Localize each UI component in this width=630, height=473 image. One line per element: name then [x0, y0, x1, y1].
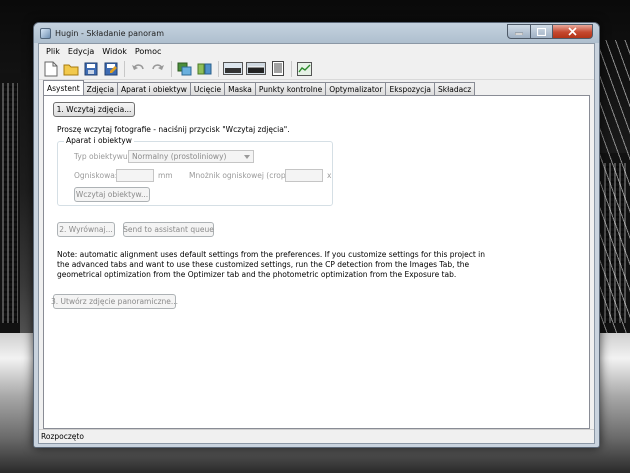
hugin-window: Hugin - Składanie panoram Plik Edycja Wi…	[33, 22, 600, 448]
add-images-icon	[177, 62, 192, 75]
toolbar-separator	[171, 60, 172, 77]
send-to-queue-button[interactable]: Send to assistant queue	[123, 222, 214, 237]
fast-preview-icon	[246, 62, 266, 75]
minimize-button[interactable]	[507, 24, 531, 39]
minimize-icon	[515, 32, 523, 35]
tab-asystent[interactable]: Asystent	[43, 80, 84, 95]
focal-length-unit: mm	[158, 171, 173, 180]
optimize-icon	[297, 61, 312, 76]
save-as-button[interactable]	[101, 59, 120, 78]
focal-length-input[interactable]	[116, 169, 154, 182]
save-as-icon	[104, 62, 117, 75]
menu-bar: Plik Edycja Widok Pomoc	[39, 44, 594, 58]
chevron-down-icon	[244, 155, 250, 159]
tab-optymalizator[interactable]: Optymalizator	[325, 82, 387, 95]
tab-maska[interactable]: Maska	[224, 82, 256, 95]
layout-button[interactable]	[268, 59, 287, 78]
close-button[interactable]	[553, 24, 593, 39]
note-line: the advanced tabs and want to use these …	[57, 260, 470, 269]
open-folder-icon	[63, 64, 78, 75]
note-line: geometrical optimization from the Optimi…	[57, 270, 457, 279]
tab-punkty-kontrolne[interactable]: Punkty kontrolne	[254, 82, 327, 95]
menu-edycja[interactable]: Edycja	[64, 47, 98, 56]
new-project-button[interactable]	[41, 59, 60, 78]
create-panorama-button[interactable]: 3. Utwórz zdjęcie panoramiczne...	[51, 294, 178, 309]
title-bar[interactable]: Hugin - Składanie panoram	[34, 23, 599, 43]
lens-type-label: Typ obiektywu:	[74, 152, 131, 161]
crop-factor-label: Mnożnik ogniskowej (crop):	[189, 171, 292, 180]
note-line: Note: automatic alignment uses default s…	[57, 250, 486, 259]
redo-button[interactable]	[148, 59, 167, 78]
load-images-prompt: Proszę wczytaj fotografie - naciśnij prz…	[57, 125, 290, 134]
camera-lens-group: Aparat i obiektyw Typ obiektywu: Normaln…	[57, 136, 333, 206]
menu-plik[interactable]: Plik	[42, 47, 64, 56]
preview-button[interactable]	[222, 59, 244, 78]
camera-lens-group-label: Aparat i obiektyw	[64, 136, 134, 145]
tab-skladacz[interactable]: Składacz	[433, 82, 476, 95]
load-images-button[interactable]: 1. Wczytaj zdjęcia...	[53, 102, 135, 117]
optimize-button[interactable]	[295, 59, 314, 78]
maximize-button[interactable]	[531, 24, 553, 39]
crop-factor-input[interactable]	[285, 169, 323, 182]
menu-pomoc[interactable]: Pomoc	[131, 47, 166, 56]
lens-type-select[interactable]: Normalny (prostoliniowy)	[128, 150, 254, 163]
close-icon	[568, 27, 577, 36]
lens-type-value: Normalny (prostoliniowy)	[132, 152, 227, 161]
status-bar: Rozpoczęto	[39, 429, 594, 443]
crop-factor-unit: x	[327, 171, 332, 180]
tab-aparat-i-obiektyw[interactable]: Aparat i obiektyw	[117, 82, 191, 95]
add-images-button[interactable]	[175, 59, 194, 78]
fast-preview-button[interactable]	[245, 59, 267, 78]
redo-icon	[151, 63, 164, 70]
toolbar-separator	[218, 60, 219, 77]
hugin-app-icon	[40, 27, 51, 39]
undo-icon	[131, 63, 144, 70]
preview-icon	[223, 62, 243, 75]
save-button[interactable]	[81, 59, 100, 78]
tab-zdjecia[interactable]: Zdjęcia	[82, 82, 119, 95]
load-lens-button[interactable]: Wczytaj obiektyw...	[74, 187, 150, 202]
focal-length-label: Ogniskowa:	[74, 171, 118, 180]
toolbar-separator	[124, 60, 125, 77]
menu-widok[interactable]: Widok	[98, 47, 131, 56]
status-text: Rozpoczęto	[41, 432, 84, 441]
undo-button[interactable]	[128, 59, 147, 78]
alignment-note: Note: automatic alignment uses default s…	[57, 250, 485, 280]
save-icon	[84, 62, 97, 75]
maximize-icon	[537, 27, 546, 36]
open-project-button[interactable]	[61, 59, 80, 78]
align-button[interactable]: 2. Wyrównaj...	[57, 222, 115, 237]
toolbar-separator	[291, 60, 292, 77]
tab-uciecie[interactable]: Ucięcie	[189, 82, 226, 95]
assistant-page: 1. Wczytaj zdjęcia... Proszę wczytaj fot…	[43, 95, 590, 429]
control-points-button[interactable]	[195, 59, 214, 78]
window-title: Hugin - Składanie panoram	[55, 28, 164, 38]
control-points-icon	[197, 63, 212, 74]
new-file-icon	[44, 61, 57, 76]
tab-ekspozycja[interactable]: Ekspozycja	[385, 82, 435, 95]
client-area: Plik Edycja Widok Pomoc Asystent Zdjęcia…	[38, 43, 595, 444]
toolbar	[39, 58, 594, 80]
layout-icon	[271, 61, 284, 76]
tab-strip: Asystent Zdjęcia Aparat i obiektyw Ucięc…	[43, 80, 476, 95]
